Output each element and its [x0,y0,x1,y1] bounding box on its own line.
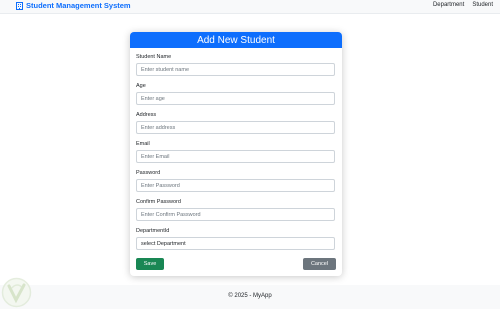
field-confirm-password: Confirm Password [136,199,336,221]
email-input[interactable] [136,150,335,163]
department-select[interactable]: select Department [136,237,335,250]
form-actions: Save Cancel [136,258,336,270]
watermark-logo-icon [1,277,32,308]
field-password: Password [136,170,336,192]
confirm-password-label: Confirm Password [136,199,181,205]
address-input[interactable] [136,121,335,134]
password-label: Password [136,170,161,176]
footer-text: © 2025 - MyApp [228,293,272,299]
age-input[interactable] [136,92,335,105]
add-student-card: Add New Student Student Name Age Address… [130,32,342,276]
brand-link[interactable]: Student Management System [16,1,131,10]
field-department: DepartmentId select Department [136,228,336,250]
student-name-input[interactable] [136,63,335,76]
nav-links: Department Student [433,2,493,8]
confirm-password-input[interactable] [136,208,335,221]
brand-title: Student Management System [26,1,131,10]
student-name-label: Student Name [136,54,172,60]
field-student-name: Student Name [136,54,336,76]
footer: © 2025 - MyApp [0,285,500,309]
student-form: Student Name Age Address Email Password … [130,48,342,250]
email-label: Email [136,141,150,147]
cancel-button[interactable]: Cancel [303,258,336,270]
field-address: Address [136,112,336,134]
department-label: DepartmentId [136,228,170,234]
save-button[interactable]: Save [136,258,164,270]
field-email: Email [136,141,336,163]
field-age: Age [136,83,336,105]
address-label: Address [136,112,157,118]
building-icon [16,1,23,10]
nav-link-department[interactable]: Department [433,2,464,8]
age-label: Age [136,83,146,89]
navbar: Student Management System Department Stu… [0,0,500,14]
nav-link-student[interactable]: Student [472,2,493,8]
password-input[interactable] [136,179,335,192]
card-title: Add New Student [130,32,342,48]
